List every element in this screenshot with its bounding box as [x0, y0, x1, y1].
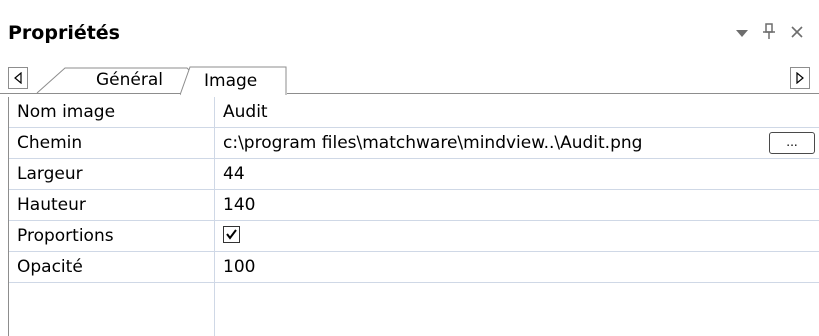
panel-title: Propriétés	[8, 22, 120, 44]
property-row-nom-image[interactable]: Nom image Audit	[9, 97, 819, 128]
property-row-proportions[interactable]: Proportions	[9, 221, 819, 252]
property-name: Hauteur	[17, 195, 86, 215]
panel-titlebar: Propriétés	[0, 0, 819, 62]
browse-button[interactable]: ...	[769, 132, 815, 154]
property-row-chemin[interactable]: Chemin c:\program files\matchware\mindvi…	[9, 128, 819, 159]
property-name: Largeur	[17, 164, 83, 184]
property-value[interactable]: 100	[223, 252, 255, 282]
triangle-right-icon[interactable]	[790, 67, 810, 89]
property-name: Proportions	[17, 226, 114, 246]
property-name: Nom image	[17, 102, 116, 122]
triangle-down-icon[interactable]	[730, 18, 754, 46]
tab-image-label: Image	[204, 71, 258, 91]
property-value[interactable]: 140	[223, 190, 255, 220]
property-row-opacite[interactable]: Opacité 100	[9, 252, 819, 283]
property-row-hauteur[interactable]: Hauteur 140	[9, 190, 819, 221]
tab-image[interactable]: Image	[180, 66, 287, 96]
property-value[interactable]: 44	[223, 159, 245, 189]
checkmark-icon	[226, 229, 237, 240]
tab-general[interactable]: Général	[36, 66, 195, 94]
property-row-largeur[interactable]: Largeur 44	[9, 159, 819, 190]
property-grid: Nom image Audit Chemin c:\program files\…	[8, 97, 819, 336]
proportions-checkbox[interactable]	[223, 226, 240, 243]
property-name: Opacité	[17, 257, 83, 277]
property-value[interactable]: Audit	[223, 97, 268, 127]
tab-general-label: Général	[96, 70, 163, 90]
property-name: Chemin	[17, 133, 83, 153]
close-icon[interactable]	[785, 18, 809, 46]
tab-strip: Général Image	[0, 62, 819, 96]
pin-icon[interactable]	[757, 18, 781, 46]
property-value[interactable]: c:\program files\matchware\mindview..\Au…	[223, 128, 642, 158]
triangle-left-icon[interactable]	[8, 67, 28, 89]
properties-panel: Propriétés Général Image Nom image Audit…	[0, 0, 819, 336]
property-row-empty	[9, 283, 819, 314]
